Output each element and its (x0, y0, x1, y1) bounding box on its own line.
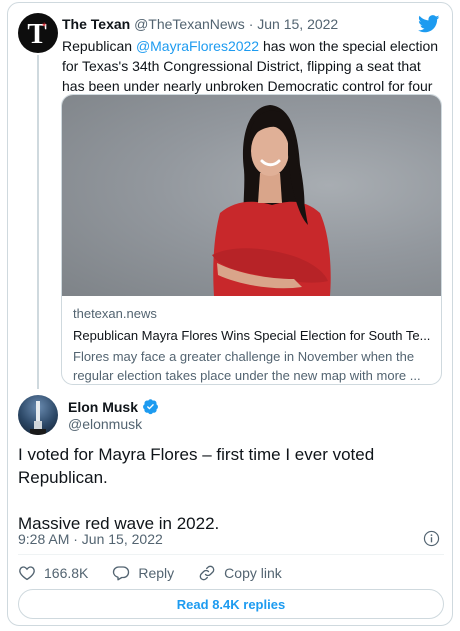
quoted-author-handle[interactable]: @TheTexanNews (134, 16, 245, 32)
main-author-handle[interactable]: @elonmusk (68, 416, 142, 432)
header-separator: · (248, 16, 254, 32)
link-preview-card[interactable]: thetexan.news Republican Mayra Flores Wi… (61, 94, 442, 385)
elon-musk-avatar[interactable] (18, 395, 58, 435)
main-tweet-text: I voted for Mayra Flores – first time I … (18, 443, 438, 535)
quoted-text-before: Republican (62, 38, 136, 54)
thread-line (37, 55, 39, 389)
link-preview-meta: thetexan.news Republican Mayra Flores Wi… (73, 305, 433, 384)
twitter-bird-icon[interactable] (418, 15, 440, 33)
verified-badge-icon (143, 399, 158, 415)
main-author-name[interactable]: Elon Musk (68, 399, 138, 415)
like-button[interactable]: 166.8K (18, 564, 88, 582)
quoted-tweet-header: The Texan @TheTexanNews · Jun 15, 2022 (62, 16, 338, 32)
mention-link[interactable]: @MayraFlores2022 (136, 38, 259, 54)
portrait-photo (212, 105, 331, 296)
heart-icon (19, 566, 35, 581)
link-title[interactable]: Republican Mayra Flores Wins Special Ele… (73, 327, 433, 345)
quoted-tweet-date[interactable]: Jun 15, 2022 (257, 16, 338, 32)
tweet-actions: 166.8K Reply Copy link (18, 564, 306, 582)
info-icon[interactable] (423, 530, 440, 547)
tweet-embed-card: T * The Texan @TheTexanNews · Jun 15, 20… (7, 2, 453, 626)
rocket-avatar-image (30, 401, 46, 435)
reply-label: Reply (138, 565, 175, 581)
reply-button[interactable]: Reply (112, 564, 174, 582)
divider (18, 554, 444, 555)
quoted-author-name[interactable]: The Texan (62, 16, 130, 32)
read-replies-button[interactable]: Read 8.4K replies (18, 589, 444, 619)
link-description: Flores may face a greater challenge in N… (73, 349, 421, 383)
speech-bubble-icon (113, 566, 130, 581)
link-icon (199, 565, 215, 581)
copy-link-button[interactable]: Copy link (198, 564, 282, 582)
like-count: 166.8K (44, 565, 89, 581)
main-tweet-line-1: I voted for Mayra Flores – first time I … (18, 445, 375, 487)
link-domain: thetexan.news (73, 306, 157, 321)
link-preview-image[interactable] (62, 95, 441, 296)
avatar-star: * (42, 21, 47, 33)
main-author-name-row[interactable]: Elon Musk (68, 398, 159, 415)
the-texan-avatar[interactable]: T * (18, 13, 58, 53)
copy-link-label: Copy link (224, 565, 282, 581)
tweet-timestamp[interactable]: 9:28 AM · Jun 15, 2022 (18, 531, 163, 547)
